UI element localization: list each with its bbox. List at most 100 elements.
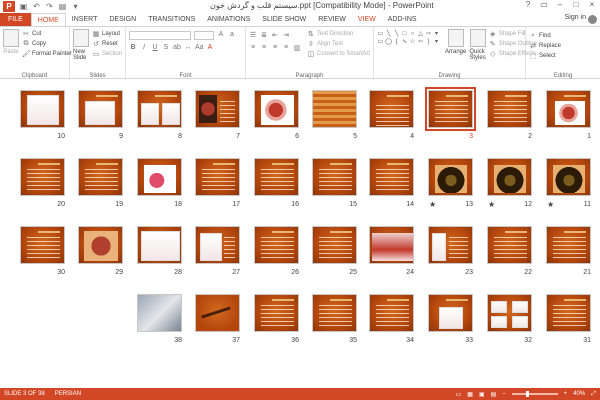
slide-thumbnail-14[interactable] xyxy=(369,158,414,196)
italic-icon[interactable]: I xyxy=(140,44,148,51)
shape-brace-icon[interactable]: } xyxy=(425,39,432,46)
tab-view[interactable]: VIEW xyxy=(352,13,382,26)
transition-marker-11[interactable]: ★ xyxy=(547,200,554,209)
shape-textbox-icon[interactable]: ▭ xyxy=(377,31,384,38)
strikethrough-icon[interactable]: ab xyxy=(173,44,181,51)
slide-thumbnail-38[interactable] xyxy=(137,294,182,332)
slideshow-view-icon[interactable]: ▤ xyxy=(491,391,497,398)
slide-thumbnail-28[interactable] xyxy=(137,226,182,264)
save-icon[interactable]: ▣ xyxy=(19,2,28,11)
bold-icon[interactable]: B xyxy=(129,44,137,51)
slide-thumbnail-24[interactable] xyxy=(369,226,414,264)
slide-thumbnail-6[interactable] xyxy=(254,90,299,128)
slide-thumbnail-34[interactable] xyxy=(369,294,414,332)
slide-thumbnail-7[interactable] xyxy=(195,90,240,128)
slide-thumbnail-35[interactable] xyxy=(312,294,357,332)
shrink-font-icon[interactable]: a xyxy=(228,31,236,40)
increase-indent-icon[interactable]: ⇥ xyxy=(282,31,290,39)
slide-thumbnail-33[interactable] xyxy=(428,294,473,332)
shape-rect2-icon[interactable]: ▭ xyxy=(377,39,384,46)
maximize-button[interactable]: □ xyxy=(570,0,582,9)
tab-design[interactable]: DESIGN xyxy=(103,13,142,26)
shape-scroll-icon[interactable]: ▾ xyxy=(433,39,440,46)
fit-to-window-icon[interactable]: ⤢ xyxy=(591,391,596,398)
new-slide-button[interactable]: New Slide xyxy=(73,29,89,61)
slide-thumbnail-18[interactable] xyxy=(137,158,182,196)
change-case-icon[interactable]: Aa xyxy=(195,44,204,51)
convert-smartart-button[interactable]: ◫ Convert to SmartArt xyxy=(307,49,370,58)
slide-thumbnail-27[interactable] xyxy=(195,226,240,264)
font-size-box[interactable] xyxy=(194,31,214,40)
bullets-icon[interactable]: ☰ xyxy=(249,31,257,39)
tab-file[interactable]: FILE xyxy=(0,13,31,26)
slide-thumbnail-3[interactable] xyxy=(425,87,476,131)
close-button[interactable]: × xyxy=(586,0,598,9)
user-avatar-icon[interactable] xyxy=(588,15,597,24)
slide-thumbnail-12[interactable] xyxy=(487,158,532,196)
tab-insert[interactable]: INSERT xyxy=(66,13,104,26)
shape-bracket-icon[interactable]: { xyxy=(393,39,400,46)
slide-thumbnail-31[interactable] xyxy=(546,294,591,332)
quick-styles-button[interactable]: Quick Styles xyxy=(469,29,486,61)
shape-line2-icon[interactable]: ╲ xyxy=(393,31,400,38)
shape-line-icon[interactable]: ╲ xyxy=(385,31,392,38)
justify-icon[interactable]: ≡ xyxy=(282,44,290,52)
slide-thumbnail-32[interactable] xyxy=(487,294,532,332)
shape-star-icon[interactable]: ☆ xyxy=(409,39,416,46)
find-button[interactable]: ⌕ Find xyxy=(529,31,597,40)
decrease-indent-icon[interactable]: ⇤ xyxy=(271,31,279,39)
shape-arrow-icon[interactable]: ⇨ xyxy=(425,31,432,38)
slide-thumbnail-16[interactable] xyxy=(254,158,299,196)
shadow-icon[interactable]: S xyxy=(162,44,170,51)
slide-thumbnail-30[interactable] xyxy=(20,226,65,264)
select-button[interactable]: ⬚ Select xyxy=(529,51,597,60)
slide-thumbnail-37[interactable] xyxy=(195,294,240,332)
slide-thumbnail-8[interactable] xyxy=(137,90,182,128)
transition-marker-13[interactable]: ★ xyxy=(429,200,436,209)
start-slideshow-icon[interactable]: ▤ xyxy=(58,2,67,11)
slide-thumbnail-5[interactable] xyxy=(312,90,357,128)
align-left-icon[interactable]: ≡ xyxy=(249,44,257,52)
grow-font-icon[interactable]: A xyxy=(217,31,225,40)
slide-thumbnail-21[interactable] xyxy=(546,226,591,264)
paste-button[interactable]: Paste xyxy=(3,29,19,58)
zoom-level[interactable]: 40% xyxy=(573,391,585,397)
slide-thumbnail-36[interactable] xyxy=(254,294,299,332)
zoom-in-icon[interactable]: + xyxy=(564,391,568,397)
arrange-button[interactable]: Arrange xyxy=(445,29,466,61)
font-color-icon[interactable]: A xyxy=(206,44,214,51)
help-button[interactable]: ? xyxy=(522,0,534,9)
shape-oval-icon[interactable]: ○ xyxy=(409,31,416,38)
zoom-slider[interactable] xyxy=(511,391,558,397)
format-painter-button[interactable]: 🖌 Format Painter xyxy=(22,49,72,58)
undo-icon[interactable]: ↶ xyxy=(32,2,41,11)
ribbon-display-options-button[interactable]: ▭ xyxy=(538,0,550,9)
zoom-out-icon[interactable]: – xyxy=(502,391,505,397)
slide-thumbnail-19[interactable] xyxy=(78,158,123,196)
slide-thumbnail-15[interactable] xyxy=(312,158,357,196)
shapes-gallery[interactable]: ▭ ╲ ╲ □ ○ △ ⇨ ▾ ▭ ◯ { ∿ ☆ ⇦ } ▾ xyxy=(377,31,440,61)
copy-button[interactable]: ⧉ Copy xyxy=(22,39,72,48)
slide-thumbnail-29[interactable] xyxy=(78,226,123,264)
tab-review[interactable]: REVIEW xyxy=(312,13,352,26)
slide-thumbnail-10[interactable] xyxy=(20,90,65,128)
minimize-button[interactable]: – xyxy=(554,0,566,9)
numbering-icon[interactable]: ≣ xyxy=(260,31,268,39)
font-name-box[interactable] xyxy=(129,31,191,40)
columns-icon[interactable]: ▥ xyxy=(293,44,301,52)
reset-button[interactable]: ↺ Reset xyxy=(92,39,122,48)
slide-thumbnail-1[interactable] xyxy=(546,90,591,128)
slide-thumbnail-20[interactable] xyxy=(20,158,65,196)
slide-thumbnail-9[interactable] xyxy=(78,90,123,128)
section-button[interactable]: ▭ Section xyxy=(92,49,122,58)
slide-thumbnail-23[interactable] xyxy=(428,226,473,264)
slide-thumbnail-22[interactable] xyxy=(487,226,532,264)
language-indicator[interactable]: PERSIAN xyxy=(55,391,81,397)
cut-button[interactable]: ✂ Cut xyxy=(22,29,72,38)
text-direction-button[interactable]: ⇅ Text Direction xyxy=(307,29,370,38)
slide-thumbnail-11[interactable] xyxy=(546,158,591,196)
layout-button[interactable]: ▦ Layout xyxy=(92,29,122,38)
normal-view-icon[interactable]: ▭ xyxy=(456,391,462,398)
slide-thumbnail-25[interactable] xyxy=(312,226,357,264)
slide-sorter-view[interactable]: 1 2 3 4 5 6 7 8 9 10 11 ★ 12 ★ 13 ★ 14 1… xyxy=(0,80,600,388)
